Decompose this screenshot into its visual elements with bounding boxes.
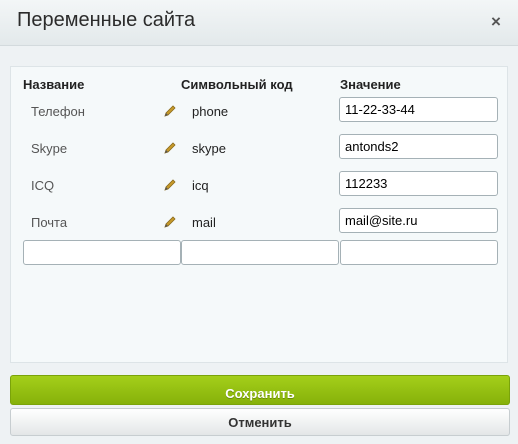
new-code-input[interactable] — [181, 240, 339, 265]
row-name: Телефон — [31, 104, 85, 119]
pencil-icon[interactable] — [163, 141, 177, 155]
row-code: phone — [192, 104, 229, 119]
variables-table: Название Символьный код Значение Телефон… — [10, 66, 508, 363]
row-value-input[interactable] — [339, 208, 498, 233]
header-code: Символьный код — [181, 77, 293, 92]
row-name: Skype — [31, 141, 68, 156]
row-value-input[interactable] — [339, 97, 498, 122]
new-value-input[interactable] — [340, 240, 498, 265]
header-name: Название — [23, 77, 85, 92]
row-code: mail — [192, 215, 216, 230]
dialog-titlebar[interactable]: Переменные сайта × — [0, 0, 518, 46]
row-code: icq — [192, 178, 209, 193]
row-value-input[interactable] — [339, 134, 498, 159]
row-code: skype — [192, 141, 226, 156]
row-name: ICQ — [31, 178, 55, 193]
row-value-input[interactable] — [339, 171, 498, 196]
cancel-button[interactable]: Отменить — [10, 408, 510, 436]
row-name: Почта — [31, 215, 68, 230]
header-value: Значение — [340, 77, 401, 92]
save-button[interactable]: Сохранить — [10, 375, 510, 405]
site-variables-dialog: Переменные сайта × Название Символьный к… — [0, 0, 518, 444]
pencil-icon[interactable] — [163, 178, 177, 192]
new-name-input[interactable] — [23, 240, 181, 265]
pencil-icon[interactable] — [163, 104, 177, 118]
dialog-title: Переменные сайта — [17, 9, 196, 31]
close-icon[interactable]: × — [488, 13, 504, 30]
pencil-icon[interactable] — [163, 215, 177, 229]
